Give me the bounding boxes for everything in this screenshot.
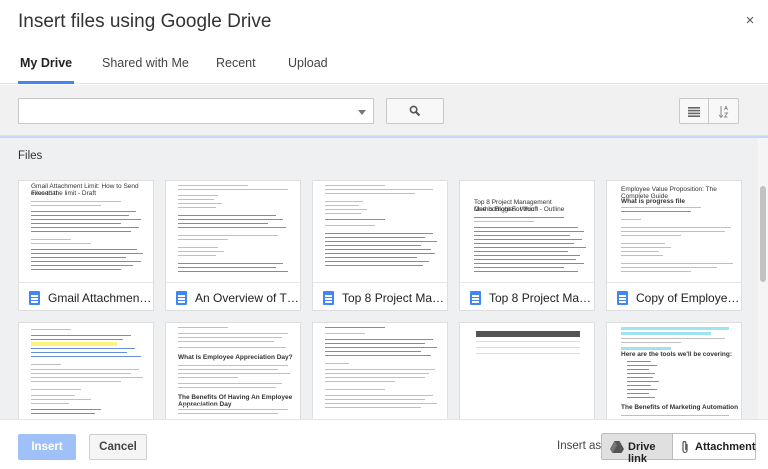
search-icon bbox=[409, 105, 421, 117]
file-name: Copy of Employee ... bbox=[636, 291, 742, 305]
insert-button[interactable]: Insert bbox=[18, 434, 76, 460]
file-card[interactable] bbox=[18, 322, 154, 419]
file-card[interactable]: Employee Value Proposition: The Complete… bbox=[606, 180, 742, 311]
file-card-footer: Gmail Attachment ... bbox=[19, 282, 154, 310]
thumbnail-heading: What is progress file bbox=[621, 198, 685, 205]
drive-link-toggle[interactable]: Drive link bbox=[601, 433, 673, 465]
file-card[interactable]: Top 8 Project Management Methodologies: … bbox=[459, 180, 595, 311]
file-thumbnail bbox=[460, 323, 594, 419]
file-card[interactable]: An Overview of Th... bbox=[165, 180, 301, 311]
list-view-icon bbox=[688, 107, 700, 117]
search-button[interactable] bbox=[386, 98, 444, 124]
insert-as-label: Insert as bbox=[557, 440, 602, 452]
dialog-header: Insert files using Google Drive × bbox=[0, 0, 768, 44]
file-card-footer: Copy of Employee ... bbox=[607, 282, 742, 310]
file-browser: Files Gmail Attachment Limit: How to Sen… bbox=[0, 138, 758, 419]
vertical-scrollbar[interactable] bbox=[758, 138, 768, 419]
chevron-down-icon bbox=[358, 110, 366, 115]
file-thumbnail bbox=[313, 181, 447, 282]
file-card-footer: Top 8 Project Man... bbox=[460, 282, 595, 310]
scrollbar-thumb[interactable] bbox=[760, 186, 766, 282]
thumbnail-heading: The Benefits of Marketing Automation bbox=[621, 404, 739, 411]
file-name: Top 8 Project Man... bbox=[342, 291, 448, 305]
list-view-button[interactable] bbox=[679, 98, 709, 124]
google-doc-icon bbox=[617, 291, 628, 305]
tab-bar: My Drive Shared with Me Recent Upload bbox=[0, 44, 768, 84]
google-doc-icon bbox=[323, 291, 334, 305]
file-card-footer: An Overview of Th... bbox=[166, 282, 301, 310]
file-thumbnail: Gmail Attachment Limit: How to Send File… bbox=[19, 181, 153, 282]
files-section-label: Files bbox=[18, 150, 43, 162]
dialog-title: Insert files using Google Drive bbox=[18, 11, 272, 32]
attachment-label: Attachment bbox=[695, 441, 756, 453]
file-thumbnail bbox=[166, 181, 300, 282]
file-thumbnail: Employee Value Proposition: The Complete… bbox=[607, 181, 741, 282]
toolbar bbox=[0, 85, 768, 136]
google-drive-icon bbox=[610, 441, 624, 453]
tab-my-drive[interactable]: My Drive bbox=[17, 56, 75, 84]
tab-upload[interactable]: Upload bbox=[288, 56, 328, 84]
insert-files-dialog: Insert files using Google Drive × My Dri… bbox=[0, 0, 768, 469]
google-doc-icon bbox=[176, 291, 187, 305]
file-thumbnail: Top 8 Project Management Methodologies: … bbox=[460, 181, 594, 282]
thumbnail-heading: What Is Employee Appreciation Day? bbox=[178, 354, 293, 361]
file-card[interactable] bbox=[459, 322, 595, 419]
file-name: Gmail Attachment ... bbox=[48, 291, 154, 305]
file-name: Top 8 Project Man... bbox=[489, 291, 595, 305]
file-name: An Overview of Th... bbox=[195, 291, 301, 305]
close-icon[interactable]: × bbox=[742, 12, 758, 29]
drive-link-label: Drive link bbox=[628, 441, 656, 465]
file-card-footer: Top 8 Project Man... bbox=[313, 282, 448, 310]
file-card[interactable]: What Is Employee Appreciation Day? The B… bbox=[165, 322, 301, 419]
sort-az-icon bbox=[718, 105, 729, 119]
thumbnail-heading: Here are the tools we'll be covering: bbox=[621, 351, 732, 358]
tab-shared-with-me[interactable]: Shared with Me bbox=[102, 56, 189, 84]
attachment-toggle[interactable]: Attachment bbox=[673, 433, 756, 460]
thumbnail-heading: One Is Right For You? - Outline bbox=[474, 206, 565, 213]
cancel-button[interactable]: Cancel bbox=[89, 434, 147, 460]
dialog-footer: Insert Cancel Insert as Drive link Attac… bbox=[0, 419, 768, 469]
file-thumbnail bbox=[19, 323, 153, 419]
file-card[interactable] bbox=[312, 322, 448, 419]
file-thumbnail bbox=[313, 323, 447, 419]
file-thumbnail: What Is Employee Appreciation Day? The B… bbox=[166, 323, 300, 419]
google-doc-icon bbox=[29, 291, 40, 305]
file-card[interactable]: Gmail Attachment Limit: How to Send File… bbox=[18, 180, 154, 311]
paperclip-icon bbox=[682, 441, 688, 454]
thumbnail-heading: exceed the limit - Draft bbox=[31, 190, 97, 197]
file-card[interactable]: Top 8 Project Man... bbox=[312, 180, 448, 311]
google-doc-icon bbox=[470, 291, 481, 305]
folder-select[interactable] bbox=[18, 98, 374, 124]
tab-recent[interactable]: Recent bbox=[216, 56, 256, 84]
sort-button[interactable] bbox=[709, 98, 739, 124]
file-thumbnail: Here are the tools we'll be covering: Th… bbox=[607, 323, 741, 419]
file-card[interactable]: Here are the tools we'll be covering: Th… bbox=[606, 322, 742, 419]
